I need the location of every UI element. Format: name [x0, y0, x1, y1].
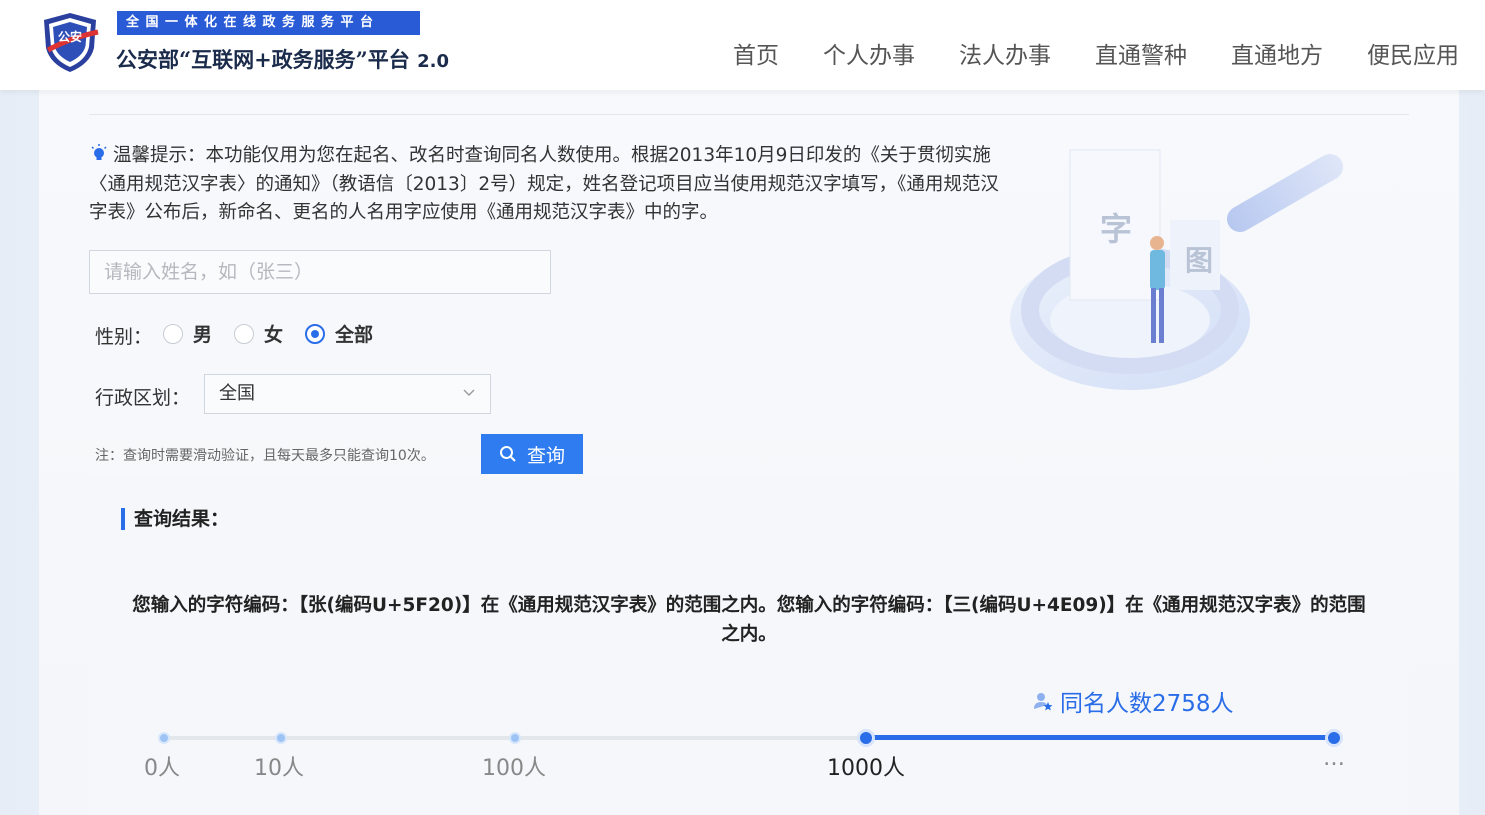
scale-dot-1000 [857, 729, 875, 747]
search-icon [499, 446, 516, 462]
count-scale-fill [866, 735, 1334, 740]
platform-title[interactable]: 公安部“互联网+政务服务”平台 2.0 [116, 44, 449, 74]
radio-circle[interactable] [234, 323, 255, 344]
radio-label: 全部 [335, 324, 374, 346]
same-name-count-text: 同名人数2758人 [1060, 691, 1234, 717]
hint-text-block: 温馨提示：本功能仅用为您在起名、改名时查询同名人数使用。根据2013年10月9日… [89, 142, 1004, 228]
scale-dot-0 [158, 732, 170, 744]
gender-radio-male[interactable]: 男 [163, 320, 212, 347]
divider [89, 114, 1409, 115]
svg-text:图: 图 [1185, 244, 1213, 277]
chevron-down-icon [463, 389, 475, 396]
nav-item-police-types[interactable]: 直通警种 [1095, 36, 1187, 70]
query-note: 注：查询时需要滑动验证，且每天最多只能查询10次。 [95, 448, 435, 464]
same-name-count: 同名人数2758人 [1032, 684, 1234, 718]
radio-label: 女 [264, 324, 284, 346]
nav-item-local[interactable]: 直通地方 [1231, 36, 1323, 70]
platform-title-text: 公安部“互联网+政务服务”平台 [116, 47, 410, 72]
gender-radio-group: 男 女 全部 [163, 320, 395, 347]
logo-text: 公安 [58, 29, 82, 44]
header: 公安 全国一体化在线政务服务平台 公安部“互联网+政务服务”平台 2.0 首页 … [0, 0, 1485, 90]
platform-slogan: 全国一体化在线政务服务平台 [117, 11, 420, 35]
platform-version: 2.0 [417, 51, 449, 72]
region-select[interactable]: 全国 [204, 374, 491, 414]
scale-dot-end [1325, 729, 1343, 747]
lightbulb-icon [91, 144, 107, 160]
radio-circle[interactable] [163, 323, 183, 344]
scale-dot-10 [275, 732, 287, 744]
scale-tick: 0人 [144, 756, 180, 781]
radio-label: 男 [193, 324, 213, 346]
result-text: 您输入的字符编码：【张(编码U+5F20)】在《通用规范汉字表》的范围之内。您输… [132, 595, 1366, 645]
query-button-label: 查询 [526, 444, 565, 467]
scale-dot-100 [509, 732, 521, 744]
scale-tick: … [1323, 746, 1345, 771]
radio-circle-checked[interactable] [305, 323, 326, 344]
scale-tick-active: 1000人 [827, 756, 905, 781]
gender-radio-all[interactable]: 全部 [305, 320, 373, 347]
scale-tick: 100人 [482, 756, 546, 781]
main-nav: 首页 个人办事 法人办事 直通警种 直通地方 便民应用 [689, 36, 1459, 70]
nav-item-home[interactable]: 首页 [733, 36, 779, 70]
svg-text:字: 字 [1100, 210, 1132, 248]
gender-radio-female[interactable]: 女 [234, 320, 283, 347]
name-input[interactable] [89, 250, 551, 294]
query-button[interactable]: 查询 [481, 434, 583, 474]
magnifier-illustration: 字 图 [1010, 149, 1344, 390]
region-label: 行政区划： [95, 387, 191, 409]
result-title: 查询结果： [121, 508, 229, 530]
nav-item-legal-person[interactable]: 法人办事 [959, 36, 1051, 70]
hint-text: 温馨提示：本功能仅用为您在起名、改名时查询同名人数使用。根据2013年10月9日… [89, 145, 999, 223]
nav-item-convenience[interactable]: 便民应用 [1367, 36, 1459, 70]
scale-tick: 10人 [254, 756, 304, 781]
police-shield-logo[interactable]: 公安 [38, 10, 102, 74]
gender-label: 性别： [95, 326, 153, 348]
user-star-icon [1034, 693, 1053, 711]
region-select-value: 全国 [219, 383, 255, 404]
nav-item-personal[interactable]: 个人办事 [823, 36, 915, 70]
